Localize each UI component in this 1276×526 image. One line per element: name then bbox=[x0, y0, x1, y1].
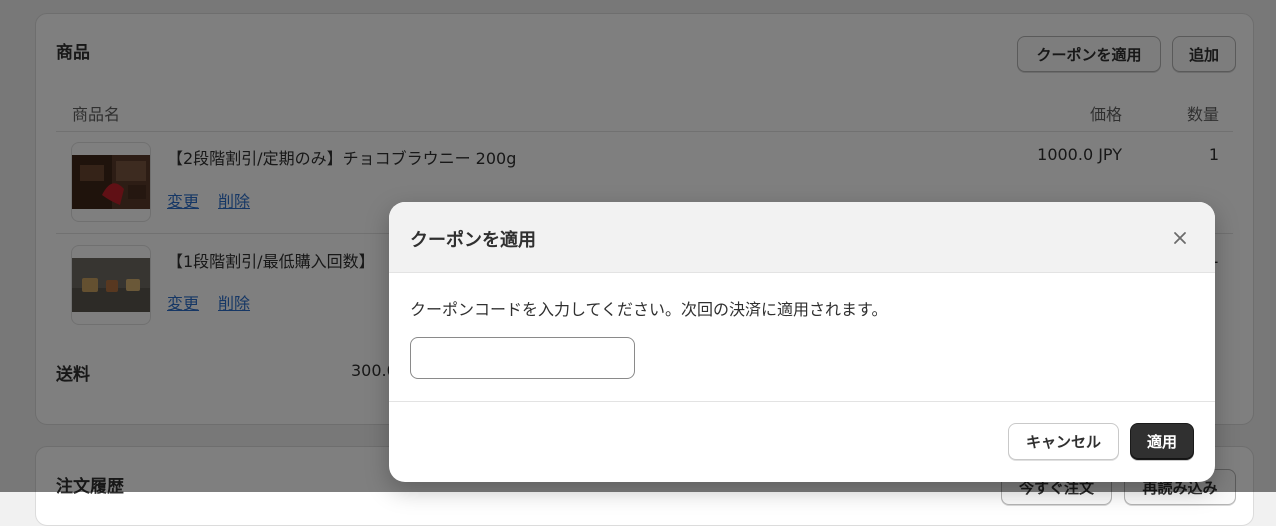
apply-button[interactable]: 適用 bbox=[1130, 423, 1194, 460]
close-icon[interactable] bbox=[1169, 227, 1191, 249]
cancel-button[interactable]: キャンセル bbox=[1008, 423, 1119, 460]
apply-coupon-modal: クーポンを適用 クーポンコードを入力してください。次回の決済に適用されます。 キ… bbox=[389, 202, 1215, 482]
coupon-code-input[interactable] bbox=[410, 337, 635, 379]
modal-header: クーポンを適用 bbox=[389, 202, 1215, 273]
modal-footer-divider bbox=[389, 401, 1215, 402]
modal-description: クーポンコードを入力してください。次回の決済に適用されます。 bbox=[410, 300, 888, 319]
modal-title: クーポンを適用 bbox=[410, 230, 536, 251]
